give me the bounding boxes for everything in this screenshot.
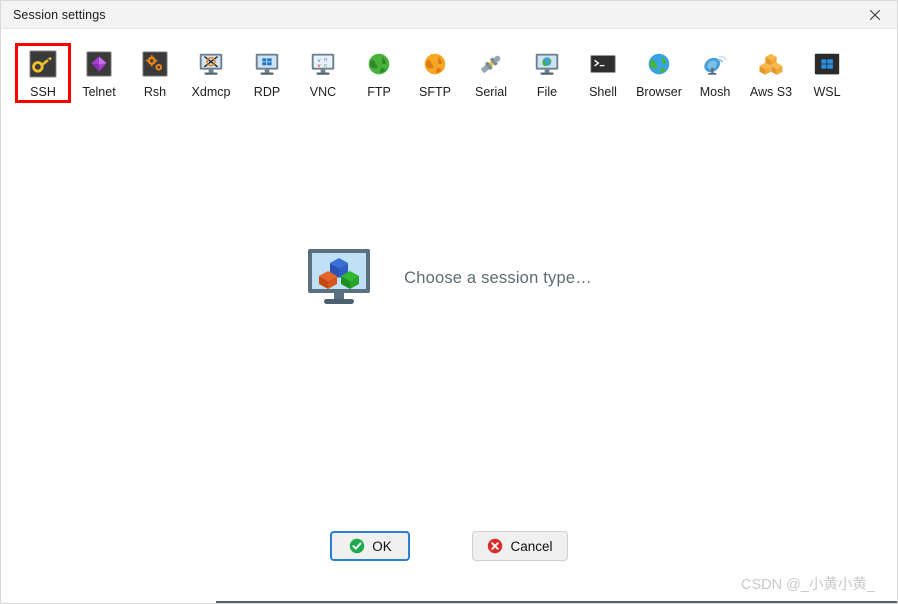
window-title: Session settings <box>13 7 106 22</box>
session-label: Telnet <box>82 85 116 99</box>
gears-icon <box>142 51 168 77</box>
terminal-icon <box>590 55 616 73</box>
aws-cubes-icon <box>759 53 783 75</box>
session-label: WSL <box>813 85 841 99</box>
session-label: Aws S3 <box>749 85 793 99</box>
main-content: Choose a session type… <box>1 103 897 529</box>
session-label: RDP <box>253 85 281 99</box>
session-label: Mosh <box>699 85 731 99</box>
session-label: VNC <box>309 85 337 99</box>
key-icon <box>29 50 57 78</box>
red-x-icon <box>488 538 503 554</box>
windows-tile-icon <box>814 53 840 75</box>
placeholder-text: Choose a session type… <box>404 268 592 287</box>
satellite-dish-icon <box>704 55 727 75</box>
session-item-sftp[interactable]: SFTP <box>407 43 463 103</box>
session-label: Xdmcp <box>191 85 231 99</box>
plug-connector-icon <box>480 55 501 74</box>
titlebar: Session settings <box>1 1 897 29</box>
session-label: SSH <box>30 85 56 99</box>
session-item-ssh[interactable]: SSH <box>15 43 71 103</box>
session-item-aws-s3[interactable]: Aws S3 <box>743 43 799 103</box>
session-item-shell[interactable]: Shell <box>575 43 631 103</box>
dialog-footer: OK Cancel <box>1 529 897 603</box>
gem-icon <box>86 51 112 77</box>
cancel-button[interactable]: Cancel <box>472 531 568 561</box>
session-label: Rsh <box>143 85 167 99</box>
session-label: File <box>536 85 558 99</box>
monitor-cubes-icon <box>308 249 371 304</box>
session-item-wsl[interactable]: WSL <box>799 43 855 103</box>
ok-button[interactable]: OK <box>330 531 411 561</box>
cancel-button-label: Cancel <box>510 538 553 554</box>
monitor-x-icon <box>199 53 223 75</box>
monitor-globe-icon <box>535 53 559 75</box>
blue-globe-icon <box>648 53 670 75</box>
close-glyph <box>869 9 881 20</box>
session-item-vnc[interactable]: v n v c VNC <box>295 43 351 103</box>
session-label: Shell <box>589 85 617 99</box>
svg-text:c: c <box>324 63 327 69</box>
orange-globe-icon <box>424 53 446 75</box>
session-label: Serial <box>475 85 507 99</box>
session-item-ftp[interactable]: FTP <box>351 43 407 103</box>
session-label: FTP <box>367 85 391 99</box>
green-check-icon <box>350 538 365 554</box>
monitor-vnc-icon: v n v c <box>311 53 335 75</box>
session-item-serial[interactable]: Serial <box>463 43 519 103</box>
green-globe-icon <box>368 53 390 75</box>
session-item-rsh[interactable]: Rsh <box>127 43 183 103</box>
session-type-toolbar: SSH Telnet Rsh Xdmcp RDP v n v c VNC FTP… <box>1 29 897 103</box>
session-item-browser[interactable]: Browser <box>631 43 687 103</box>
monitor-windows-icon <box>255 53 279 75</box>
session-item-rdp[interactable]: RDP <box>239 43 295 103</box>
placeholder-row: Choose a session type… <box>306 247 592 309</box>
session-settings-dialog: Session settings SSH Telnet Rsh Xdmcp RD… <box>0 0 898 604</box>
session-label: SFTP <box>419 85 451 99</box>
session-item-file[interactable]: File <box>519 43 575 103</box>
close-icon[interactable] <box>853 1 897 28</box>
session-label: Browser <box>636 85 682 99</box>
background-window-edge <box>1 601 897 603</box>
session-item-telnet[interactable]: Telnet <box>71 43 127 103</box>
ok-button-label: OK <box>372 538 392 554</box>
session-item-mosh[interactable]: Mosh <box>687 43 743 103</box>
session-item-xdmcp[interactable]: Xdmcp <box>183 43 239 103</box>
